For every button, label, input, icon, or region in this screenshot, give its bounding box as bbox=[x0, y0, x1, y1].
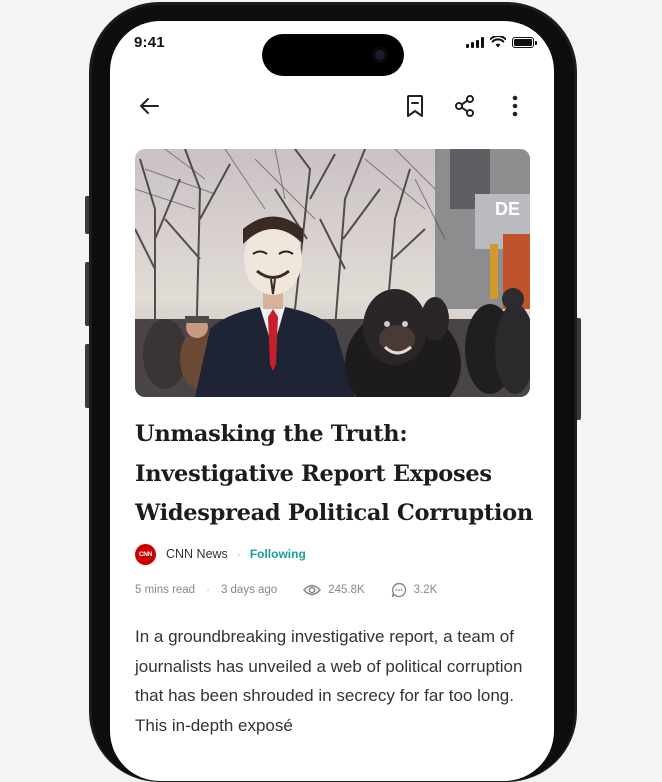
article-hero-image: DE bbox=[135, 149, 530, 397]
source-row: CNN CNN News · Following bbox=[135, 543, 306, 565]
more-vertical-icon bbox=[512, 95, 518, 117]
article-body: In a groundbreaking investigative report… bbox=[135, 627, 523, 735]
dynamic-island bbox=[262, 34, 404, 76]
camera-icon bbox=[372, 47, 388, 63]
headline-line-1: Unmasking the Truth: bbox=[135, 421, 408, 447]
source-separator: · bbox=[236, 547, 241, 561]
share-icon bbox=[455, 95, 474, 117]
eye-icon bbox=[303, 584, 322, 596]
arrow-left-icon bbox=[140, 98, 159, 114]
more-options-button[interactable] bbox=[500, 91, 530, 121]
headline-line-3: Widespread Political Corruption bbox=[135, 500, 533, 526]
meta-separator: · bbox=[206, 584, 210, 596]
headline-line-2: Investigative Report Exposes bbox=[135, 460, 492, 487]
status-time: 9:41 bbox=[134, 34, 165, 51]
published-time: 3 days ago bbox=[220, 584, 278, 596]
phone-screen: 9:41 DE Unmasking the Truth: Investigati… bbox=[110, 21, 554, 781]
cnn-logo[interactable]: CNN bbox=[135, 543, 156, 565]
share-button[interactable] bbox=[450, 91, 480, 121]
view-count: 245.8K bbox=[328, 584, 365, 596]
comment-count[interactable]: 3.2K bbox=[414, 584, 438, 596]
source-name[interactable]: CNN News bbox=[166, 547, 228, 561]
read-time: 5 mins read bbox=[135, 584, 196, 596]
hero-photo: DE bbox=[135, 149, 530, 397]
status-icons bbox=[466, 36, 537, 48]
bookmark-button[interactable] bbox=[400, 91, 430, 121]
svg-text:DE: DE bbox=[495, 199, 520, 219]
comment-icon[interactable] bbox=[391, 582, 407, 598]
cellular-signal-icon bbox=[466, 36, 484, 48]
back-button[interactable] bbox=[134, 91, 164, 121]
battery-icon bbox=[512, 36, 537, 48]
article-headline: Unmasking the Truth: Investigative Repor… bbox=[135, 415, 535, 534]
article-meta: 5 mins read · 3 days ago 245.8K 3.2K bbox=[135, 581, 437, 599]
wifi-icon bbox=[490, 36, 506, 48]
following-button[interactable]: Following bbox=[250, 547, 306, 561]
bookmark-icon bbox=[407, 95, 423, 117]
